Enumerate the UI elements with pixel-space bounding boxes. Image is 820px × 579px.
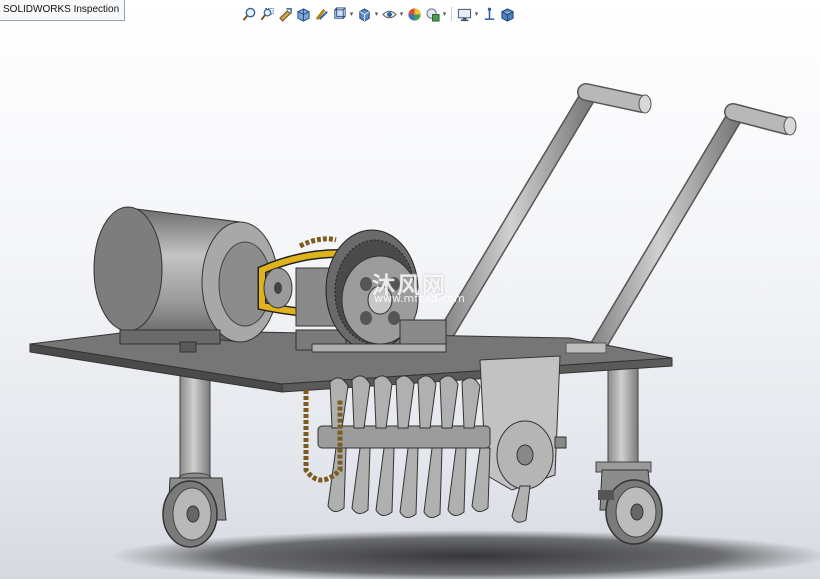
- apply-scene-dropdown-icon[interactable]: ▾: [441, 5, 448, 23]
- edit-appearance-icon[interactable]: [405, 5, 423, 23]
- push-handle-right: [588, 103, 797, 357]
- previous-view-icon[interactable]: [276, 5, 294, 23]
- toolbar-separator: [451, 7, 452, 21]
- rear-right-leg: [595, 361, 652, 473]
- floor-shadow: [110, 530, 820, 579]
- view-triad-icon[interactable]: [480, 5, 498, 23]
- 3d-cube-icon[interactable]: [498, 5, 516, 23]
- apply-scene-icon[interactable]: [423, 5, 441, 23]
- electric-motor: [93, 206, 279, 353]
- zoom-to-area-icon[interactable]: [258, 5, 276, 23]
- display-style-icon[interactable]: [355, 5, 373, 23]
- watermark-url: www.mfcad.com: [374, 292, 465, 305]
- heads-up-view-toolbar: ▾ ▾ ▾ ▾ ▾: [240, 4, 516, 24]
- zoom-to-fit-icon[interactable]: [240, 5, 258, 23]
- front-left-leg: [178, 367, 212, 484]
- tiller-assembly: [317, 355, 567, 523]
- hide-show-items-icon[interactable]: [380, 5, 398, 23]
- view-orientation-dropdown-icon[interactable]: ▾: [348, 5, 355, 23]
- display-style-dropdown-icon[interactable]: ▾: [373, 5, 380, 23]
- caster-wheel-left: [162, 477, 227, 548]
- view-settings-icon[interactable]: [455, 5, 473, 23]
- hide-show-dropdown-icon[interactable]: ▾: [398, 5, 405, 23]
- dynamic-annotation-views-icon[interactable]: [312, 5, 330, 23]
- view-settings-dropdown-icon[interactable]: ▾: [473, 5, 480, 23]
- section-view-icon[interactable]: [294, 5, 312, 23]
- document-tab[interactable]: SOLIDWORKS Inspection: [0, 0, 126, 21]
- document-tab-label: SOLIDWORKS Inspection: [3, 4, 120, 15]
- view-orientation-icon[interactable]: [330, 5, 348, 23]
